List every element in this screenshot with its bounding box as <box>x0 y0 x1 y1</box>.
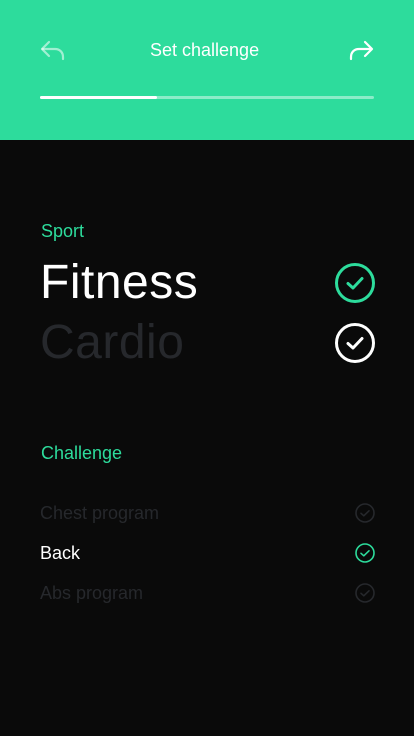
check-circle-icon <box>354 502 376 524</box>
sport-option-label: Cardio <box>40 316 185 369</box>
check-circle-icon <box>354 582 376 604</box>
progress-bar-fill <box>40 96 157 99</box>
forward-arrow-icon <box>349 40 374 61</box>
forward-button[interactable] <box>346 36 376 66</box>
check-circle-icon <box>354 542 376 564</box>
page-title: Set challenge <box>150 40 260 60</box>
sport-option-fitness[interactable]: Fitness <box>40 253 376 313</box>
sport-section-label: Sport <box>41 221 85 241</box>
set-challenge-screen: Set challenge Sport Fitness Cardio Chall… <box>0 0 414 736</box>
challenge-option-chest[interactable]: Chest program <box>40 498 376 528</box>
progress-bar <box>40 96 374 99</box>
sport-option-cardio[interactable]: Cardio <box>40 313 376 373</box>
challenge-option-label: Abs program <box>40 583 144 603</box>
challenge-section-label: Challenge <box>41 443 123 463</box>
sport-option-label: Fitness <box>40 256 199 309</box>
check-circle-icon <box>334 322 376 364</box>
header-bar: Set challenge <box>0 0 414 140</box>
challenge-option-label: Back <box>40 543 81 563</box>
challenge-option-back[interactable]: Back <box>40 538 376 568</box>
back-button[interactable] <box>38 36 68 66</box>
challenge-option-abs[interactable]: Abs program <box>40 578 376 608</box>
challenge-option-label: Chest program <box>40 503 160 523</box>
reply-arrow-icon <box>40 40 65 61</box>
check-circle-icon <box>334 262 376 304</box>
